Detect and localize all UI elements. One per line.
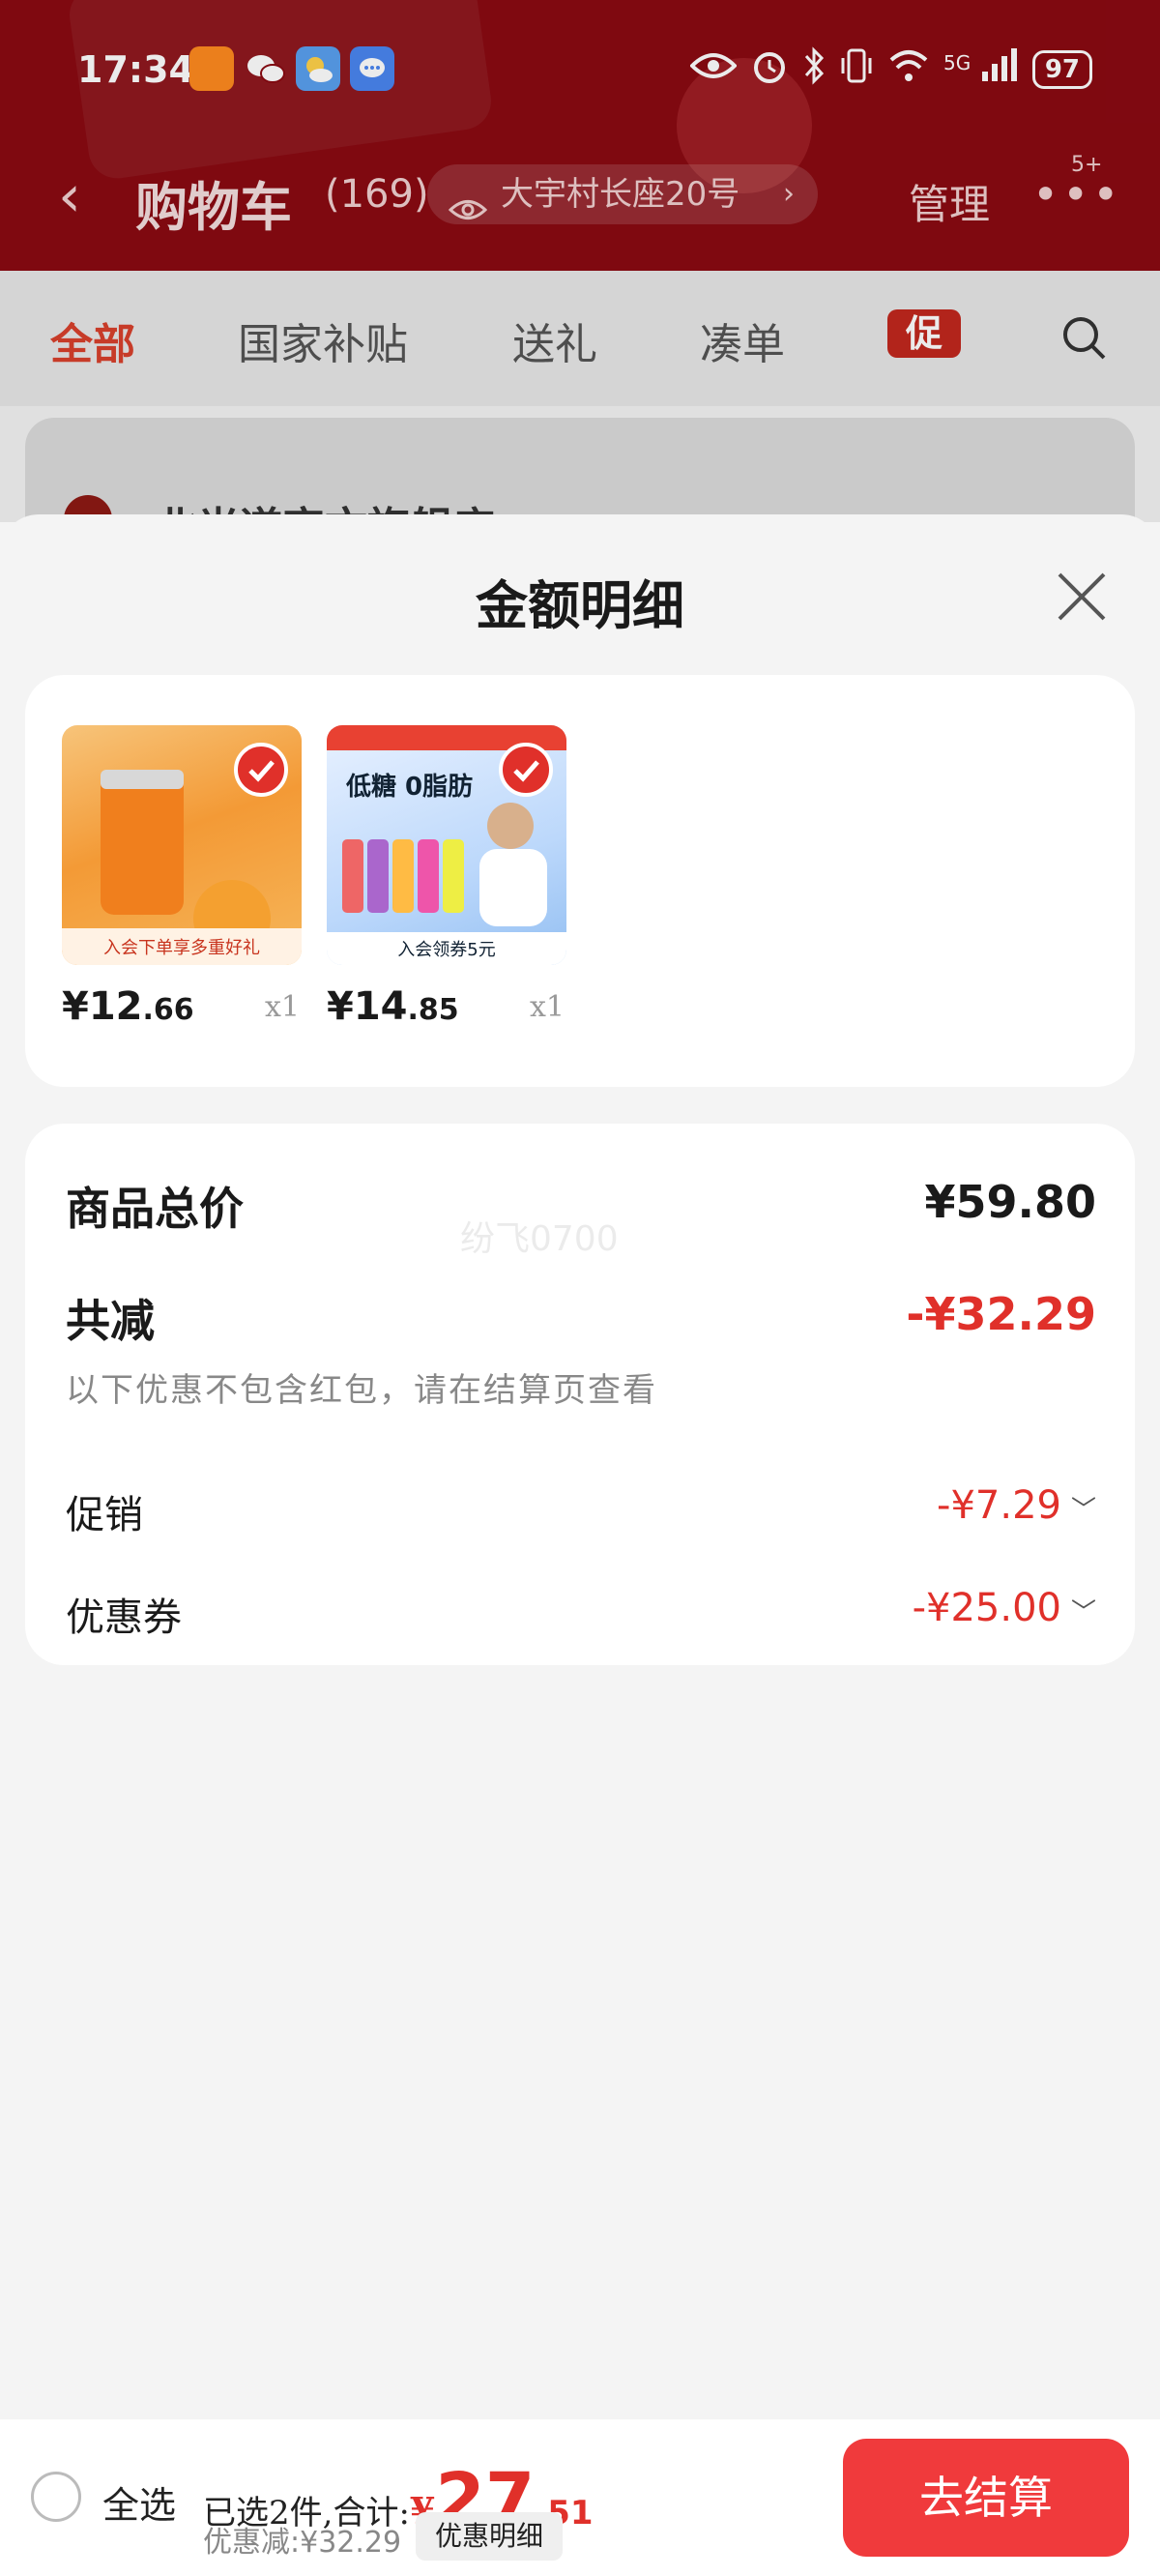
coupon-label: 优惠券 (66, 1595, 182, 1640)
product-image[interactable]: 低糖 0脂肪 入会领券5元 (327, 725, 566, 965)
discount-detail-button[interactable]: 优惠明细 (416, 2512, 564, 2561)
select-all-radio[interactable] (31, 2472, 81, 2522)
checkmark-icon[interactable] (499, 743, 553, 797)
checkout-bar: 全选 已选2件,合计:¥27.51 优惠减:¥32.29 优惠明细 去结算 (0, 2419, 1160, 2576)
reduction-note: 以下优惠不包含红包，请在结算页查看 (66, 1371, 657, 1410)
amount-detail-sheet: 金额明细 入会下单享多重好礼 ¥12.66 x1 低糖 0脂肪 入会领券5元 ¥… (0, 514, 1160, 2576)
checkout-button[interactable]: 去结算 (843, 2439, 1129, 2557)
product-item[interactable]: 入会下单享多重好礼 ¥12.66 x1 (62, 725, 302, 1042)
dim-overlay[interactable] (0, 0, 1160, 522)
product-image-caption: 入会领券5元 (397, 940, 495, 960)
product-image-text: 低糖 0脂肪 (345, 772, 473, 802)
product-image[interactable]: 入会下单享多重好礼 (62, 725, 302, 965)
promotion-label: 促销 (66, 1493, 143, 1537)
total-price-label: 商品总价 (66, 1183, 244, 1235)
promotion-row[interactable]: -¥7.29 ﹀ (937, 1483, 1096, 1528)
checkmark-icon[interactable] (234, 743, 288, 797)
total-reduction-value: -¥32.29 (906, 1288, 1096, 1340)
chevron-down-icon: ﹀ (1070, 1598, 1096, 1627)
coupon-row[interactable]: -¥25.00 ﹀ (913, 1586, 1096, 1630)
product-quantity: x1 (529, 990, 565, 1024)
price-summary-card: 纷飞0700 商品总价 ¥59.80 共减 -¥32.29 以下优惠不包含红包，… (25, 1124, 1135, 1665)
coupon-value: -¥25.00 (912, 1586, 1061, 1630)
product-item[interactable]: 低糖 0脂肪 入会领券5元 ¥14.85 x1 (327, 725, 566, 1042)
product-quantity: x1 (264, 990, 300, 1024)
chevron-down-icon: ﹀ (1070, 1496, 1096, 1525)
promotion-value: -¥7.29 (937, 1483, 1061, 1528)
discount-text: 优惠减:¥32.29 (203, 2526, 402, 2560)
sheet-title: 金额明细 (476, 574, 684, 636)
watermark: 纷飞0700 (460, 1219, 619, 1259)
product-price: ¥14.85 (327, 984, 459, 1029)
product-price: ¥12.66 (62, 984, 194, 1029)
total-price-value: ¥59.80 (924, 1176, 1096, 1228)
total-reduction-label: 共减 (66, 1295, 155, 1347)
select-all-label[interactable]: 全选 (102, 2475, 176, 2529)
selected-products-card: 入会下单享多重好礼 ¥12.66 x1 低糖 0脂肪 入会领券5元 ¥14.85… (25, 675, 1135, 1087)
close-icon[interactable] (1050, 565, 1114, 629)
product-image-caption: 入会下单享多重好礼 (103, 938, 260, 958)
